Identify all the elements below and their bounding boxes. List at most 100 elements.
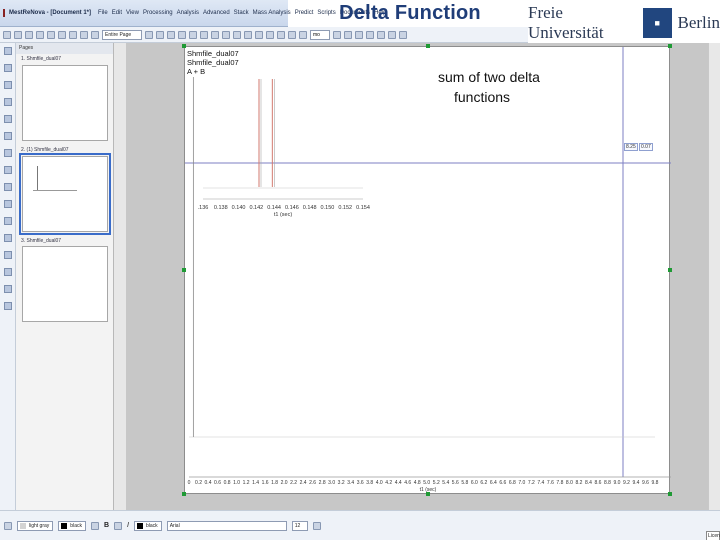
phase-icon[interactable]: [277, 30, 285, 39]
menu-edit[interactable]: Edit: [112, 10, 122, 16]
text-color-select[interactable]: black: [134, 520, 162, 531]
resize-handle-top-right[interactable]: [668, 44, 672, 48]
page-thumbnail-1[interactable]: [22, 65, 108, 141]
bold-button[interactable]: B: [104, 522, 109, 529]
zoom-out-icon[interactable]: [156, 30, 164, 39]
resize-handle-top-left[interactable]: [182, 44, 186, 48]
seal-icon: ■: [643, 8, 672, 38]
integral-tool-icon[interactable]: [3, 132, 12, 140]
text-tool-icon[interactable]: [200, 30, 208, 39]
peak-tool-icon[interactable]: [3, 115, 12, 123]
menu-bar: MestReNova - [Document 1*] File Edit Vie…: [0, 0, 386, 27]
main-tick-label: 0.4: [205, 480, 212, 486]
j-coupling-icon[interactable]: [3, 166, 12, 174]
mode-select[interactable]: mo: [310, 29, 330, 40]
line-color-select[interactable]: light gray: [17, 520, 54, 531]
ruler-icon[interactable]: [3, 217, 12, 225]
integrate-icon[interactable]: [255, 30, 263, 39]
crosshair-icon[interactable]: [344, 30, 352, 39]
ellipse-tool-icon[interactable]: [233, 30, 241, 39]
ft-icon[interactable]: [299, 30, 307, 39]
line-width-icon[interactable]: [90, 521, 99, 530]
zoom-tool-icon[interactable]: [3, 64, 12, 72]
open-icon[interactable]: [14, 30, 22, 39]
select-icon[interactable]: [189, 30, 197, 39]
main-tick-label: 2.8: [319, 480, 326, 486]
arrow-tool-icon[interactable]: [244, 30, 252, 39]
spectrum-plot[interactable]: .136 0.138 0.140 0.142 0.144 0.146 0.148 0.150 0…: [185, 47, 671, 495]
page-thumbnail-3[interactable]: [22, 246, 108, 322]
menu-mass-analysis[interactable]: Mass Analysis: [253, 10, 291, 16]
hand-tool-icon[interactable]: [3, 81, 12, 89]
menu-advanced[interactable]: Advanced: [203, 10, 230, 16]
main-tick-label: 4.4: [395, 480, 402, 486]
main-tick-label: 1.6: [262, 480, 269, 486]
text-color-icon[interactable]: [114, 521, 123, 530]
fit-icon[interactable]: [167, 30, 175, 39]
main-tick-label: 3.0: [328, 480, 335, 486]
italic-button[interactable]: I: [127, 522, 129, 529]
align-icon[interactable]: [312, 521, 321, 530]
save-icon[interactable]: [25, 30, 33, 39]
copy-icon[interactable]: [80, 30, 88, 39]
vertical-scrollbar[interactable]: [708, 43, 720, 510]
paste-icon[interactable]: [91, 30, 99, 39]
resize-handle-bottom-left[interactable]: [182, 492, 186, 496]
undo-icon[interactable]: [47, 30, 55, 39]
page-zoom-select[interactable]: Entire Page: [102, 29, 142, 40]
script-icon[interactable]: [3, 302, 12, 310]
stack-icon[interactable]: [377, 30, 385, 39]
new-document-icon[interactable]: [3, 30, 11, 39]
main-tick-label: 7.6: [547, 480, 554, 486]
inset-tick-label: 0.148: [303, 205, 317, 211]
menu-analysis[interactable]: Analysis: [177, 10, 199, 16]
resize-handle-top[interactable]: [426, 44, 430, 48]
cursor-readout-x: 8.25: [624, 143, 638, 151]
panel-splitter[interactable]: [114, 43, 126, 510]
main-tick-label: 5.0: [423, 480, 430, 486]
baseline-icon[interactable]: [288, 30, 296, 39]
rect-tool-icon[interactable]: [222, 30, 230, 39]
fill-color-select[interactable]: black: [58, 520, 86, 531]
font-family-select[interactable]: Arial: [166, 520, 287, 531]
pointer-icon[interactable]: [3, 47, 12, 55]
font-size-select[interactable]: 12: [291, 520, 308, 531]
main-tick-label: 2.6: [309, 480, 316, 486]
text-color-swatch: [137, 522, 143, 529]
annotate-icon[interactable]: [3, 200, 12, 208]
zoom-in-icon[interactable]: [145, 30, 153, 39]
resize-handle-right[interactable]: [668, 268, 672, 272]
cursor-readout-y: 0.07: [639, 143, 653, 151]
resize-handle-bottom[interactable]: [426, 492, 430, 496]
pointer-format-icon[interactable]: [4, 521, 12, 530]
print-icon[interactable]: [36, 30, 44, 39]
resize-handle-bottom-right[interactable]: [668, 492, 672, 496]
resize-handle-left[interactable]: [182, 268, 186, 272]
menu-view[interactable]: View: [126, 10, 139, 16]
color-tool-icon[interactable]: [3, 268, 12, 276]
grid-icon[interactable]: [333, 30, 341, 39]
peak-pick-icon[interactable]: [266, 30, 274, 39]
inset-tick-label: 0.152: [338, 205, 352, 211]
menu-processing[interactable]: Processing: [143, 10, 173, 16]
menu-stack[interactable]: Stack: [234, 10, 249, 16]
cursor-tool-icon[interactable]: [3, 98, 12, 106]
pan-icon[interactable]: [178, 30, 186, 39]
measure-icon[interactable]: [355, 30, 363, 39]
main-tick-label: 4.0: [376, 480, 383, 486]
page-thumbnail-2[interactable]: [19, 153, 111, 235]
layout-icon[interactable]: [366, 30, 374, 39]
properties-icon[interactable]: [3, 285, 12, 293]
layer-icon[interactable]: [3, 251, 12, 259]
main-tick-label: 1.4: [252, 480, 259, 486]
redo-icon[interactable]: [58, 30, 66, 39]
text-color-label: black: [146, 522, 158, 529]
menu-file[interactable]: File: [98, 10, 108, 16]
snap-icon[interactable]: [3, 234, 12, 242]
line-tool-icon[interactable]: [211, 30, 219, 39]
cut-icon[interactable]: [69, 30, 77, 39]
help-icon[interactable]: [399, 30, 407, 39]
multiplet-tool-icon[interactable]: [3, 149, 12, 157]
settings-icon[interactable]: [388, 30, 396, 39]
label-tool-icon[interactable]: [3, 183, 12, 191]
